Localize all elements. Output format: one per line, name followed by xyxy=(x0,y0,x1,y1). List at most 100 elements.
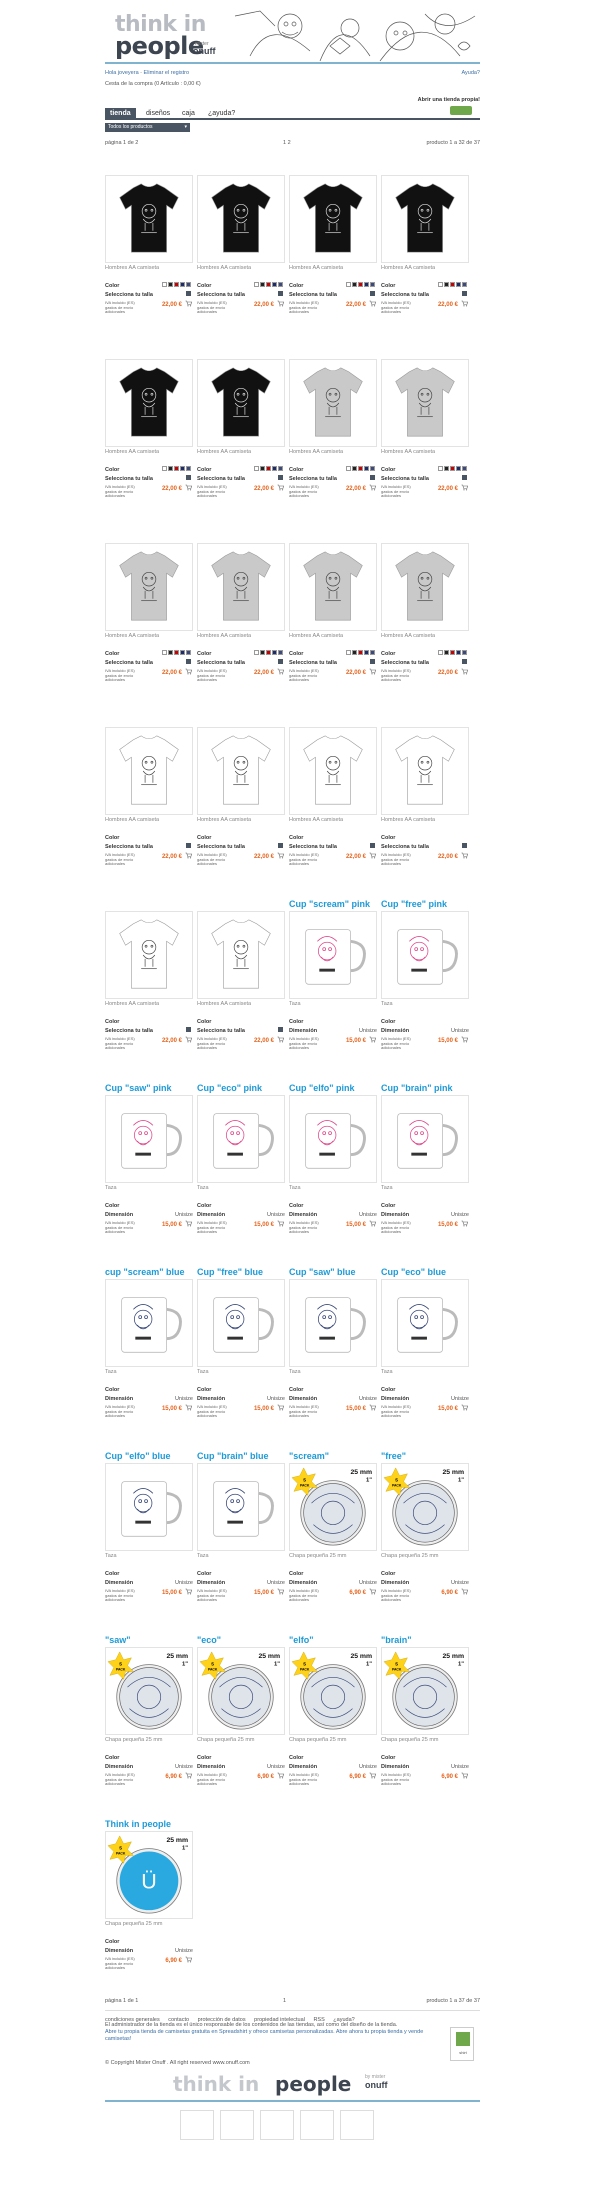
add-to-cart-icon[interactable] xyxy=(369,300,377,307)
product-title[interactable]: Cup "saw" blue xyxy=(289,1267,356,1277)
color-swatch[interactable] xyxy=(174,466,179,471)
product-image[interactable]: 5 PACK 25 mm 1" xyxy=(289,1647,377,1735)
product-image[interactable] xyxy=(197,175,285,263)
product-image[interactable] xyxy=(197,727,285,815)
product-card[interactable]: 5 PACK 25 mm 1" Chapa pequeña 25 mm Color Dime… xyxy=(197,1647,285,1831)
product-title[interactable]: cup "scream" blue xyxy=(105,1267,185,1277)
add-to-cart-icon[interactable] xyxy=(277,668,285,675)
color-swatch[interactable] xyxy=(364,650,369,655)
add-to-cart-icon[interactable] xyxy=(185,852,193,859)
footer-mug-thumb[interactable] xyxy=(260,2110,294,2140)
chevron-down-icon[interactable] xyxy=(278,843,283,848)
tab-ayuda[interactable]: ¿ayuda? xyxy=(203,108,240,120)
product-image[interactable] xyxy=(381,1279,469,1367)
product-image[interactable] xyxy=(105,543,193,631)
product-image[interactable] xyxy=(105,175,193,263)
product-title[interactable]: Think in people xyxy=(105,1819,171,1829)
chevron-down-icon[interactable] xyxy=(370,659,375,664)
footer-text-line2[interactable]: Abre tu propia tienda de camisetas gratu… xyxy=(105,2029,335,2035)
size-select[interactable]: Selecciona tu talla xyxy=(197,1028,245,1034)
add-to-cart-icon[interactable] xyxy=(461,668,469,675)
product-image[interactable] xyxy=(289,1279,377,1367)
product-title[interactable]: "scream" xyxy=(289,1451,329,1461)
link-greeting[interactable]: Hola joveyera xyxy=(105,70,139,76)
product-card[interactable]: Hombres AA camiseta Color Selecciona tu ta… xyxy=(381,727,469,911)
product-card[interactable]: Hombres AA camiseta Color Selecciona tu ta… xyxy=(105,175,193,359)
color-swatch[interactable] xyxy=(168,650,173,655)
add-to-cart-icon[interactable] xyxy=(277,1588,285,1595)
chevron-down-icon[interactable] xyxy=(186,475,191,480)
color-swatch[interactable] xyxy=(186,466,191,471)
shipping-note[interactable]: IVA incluido (ES) gastos de envío adicio… xyxy=(197,1220,237,1235)
shipping-note[interactable]: IVA incluido (ES) gastos de envío adicio… xyxy=(197,1772,237,1787)
size-select[interactable]: Selecciona tu talla xyxy=(289,476,337,482)
shipping-note[interactable]: IVA incluido (ES) gastos de envío adicio… xyxy=(289,484,329,499)
product-card[interactable]: Taza Color Dimensión Unisize IVA incluido (E… xyxy=(197,1279,285,1463)
shipping-note[interactable]: IVA incluido (ES) gastos de envío adicio… xyxy=(381,1588,421,1603)
add-to-cart-icon[interactable] xyxy=(461,1588,469,1595)
product-image[interactable]: 5 PACK 25 mm 1" xyxy=(289,1463,377,1551)
add-to-cart-icon[interactable] xyxy=(185,1588,193,1595)
product-image[interactable] xyxy=(289,1095,377,1183)
color-swatch[interactable] xyxy=(346,282,351,287)
color-swatch[interactable] xyxy=(278,650,283,655)
shipping-note[interactable]: IVA incluido (ES) gastos de envío adicio… xyxy=(197,1036,237,1051)
product-image[interactable] xyxy=(289,727,377,815)
product-card[interactable]: Hombres AA camiseta Color Selecciona tu ta… xyxy=(289,359,377,543)
footer-mug-thumb[interactable] xyxy=(340,2110,374,2140)
color-swatch[interactable] xyxy=(186,282,191,287)
color-swatch[interactable] xyxy=(352,650,357,655)
color-swatch[interactable] xyxy=(162,466,167,471)
product-image[interactable] xyxy=(105,727,193,815)
shipping-note[interactable]: IVA incluido (ES) gastos de envío adicio… xyxy=(381,668,421,683)
shipping-note[interactable]: IVA incluido (ES) gastos de envío adicio… xyxy=(105,1036,145,1051)
shipping-note[interactable]: IVA incluido (ES) gastos de envío adicio… xyxy=(105,1588,145,1603)
add-to-cart-icon[interactable] xyxy=(277,1036,285,1043)
color-swatch[interactable] xyxy=(358,282,363,287)
size-select[interactable]: Selecciona tu talla xyxy=(289,660,337,666)
color-swatch[interactable] xyxy=(438,282,443,287)
color-swatch[interactable] xyxy=(168,282,173,287)
product-title[interactable]: Cup "eco" pink xyxy=(197,1083,262,1093)
color-swatch[interactable] xyxy=(266,466,271,471)
add-to-cart-icon[interactable] xyxy=(277,1404,285,1411)
chevron-down-icon[interactable] xyxy=(186,1027,191,1032)
product-image[interactable] xyxy=(197,1279,285,1367)
add-to-cart-icon[interactable] xyxy=(185,1772,193,1779)
product-card[interactable]: Taza Color Dimensión Unisize IVA incluido (E… xyxy=(289,1279,377,1463)
add-to-cart-icon[interactable] xyxy=(369,1036,377,1043)
add-to-cart-icon[interactable] xyxy=(185,668,193,675)
product-title[interactable]: Cup "brain" blue xyxy=(197,1451,269,1461)
size-select[interactable]: Selecciona tu talla xyxy=(289,844,337,850)
product-image[interactable]: 5 PACK 25 mm 1" xyxy=(197,1647,285,1735)
color-swatch[interactable] xyxy=(364,466,369,471)
product-image[interactable] xyxy=(289,175,377,263)
open-shop-link[interactable]: Abrir una tienda propia! xyxy=(418,97,480,103)
add-to-cart-icon[interactable] xyxy=(369,1588,377,1595)
product-image[interactable] xyxy=(105,1279,193,1367)
add-to-cart-icon[interactable] xyxy=(461,1772,469,1779)
product-title[interactable]: Cup "free" blue xyxy=(197,1267,263,1277)
product-image[interactable]: 5 PACK 25 mm 1" xyxy=(381,1647,469,1735)
product-card[interactable]: Hombres AA camiseta Color Selecciona tu ta… xyxy=(105,727,193,911)
product-title[interactable]: "eco" xyxy=(197,1635,221,1645)
add-to-cart-icon[interactable] xyxy=(185,1404,193,1411)
color-swatch[interactable] xyxy=(450,650,455,655)
product-image[interactable] xyxy=(197,1463,285,1551)
add-to-cart-icon[interactable] xyxy=(369,1220,377,1227)
product-filter-select[interactable]: Todos los productos ▾ xyxy=(105,123,190,132)
color-swatch[interactable] xyxy=(266,650,271,655)
shipping-note[interactable]: IVA incluido (ES) gastos de envío adicio… xyxy=(289,1404,329,1419)
shipping-note[interactable]: IVA incluido (ES) gastos de envío adicio… xyxy=(105,852,145,867)
color-swatch[interactable] xyxy=(352,466,357,471)
add-to-cart-icon[interactable] xyxy=(369,852,377,859)
shipping-note[interactable]: IVA incluido (ES) gastos de envío adicio… xyxy=(197,852,237,867)
product-image[interactable] xyxy=(289,359,377,447)
color-swatch[interactable] xyxy=(370,282,375,287)
color-swatch[interactable] xyxy=(174,282,179,287)
color-swatch[interactable] xyxy=(266,282,271,287)
color-swatch[interactable] xyxy=(254,466,259,471)
color-swatch[interactable] xyxy=(278,466,283,471)
chevron-down-icon[interactable] xyxy=(278,475,283,480)
product-card[interactable]: Taza Color Dimensión Unisize IVA incluido (E… xyxy=(105,1463,193,1647)
